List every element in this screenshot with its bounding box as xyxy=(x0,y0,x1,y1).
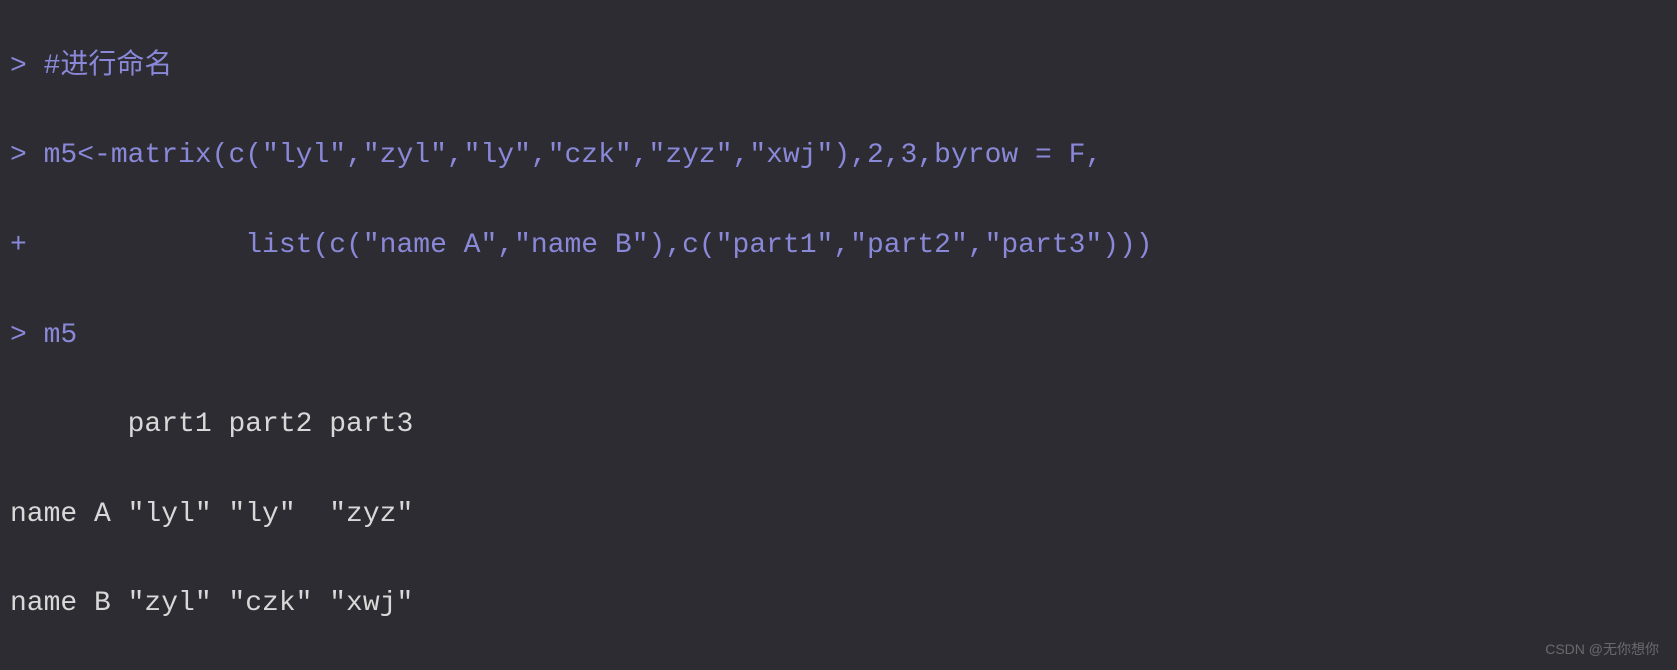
matrix-header: part1 part2 part3 xyxy=(10,409,413,440)
code-text: list(c("name A","name B"),c("part1","par… xyxy=(27,230,1153,261)
code-text: m5<-matrix(c("lyl","zyl","ly","czk","zyz… xyxy=(27,140,1102,171)
output-line: part1 part2 part3 xyxy=(10,403,1667,448)
r-console[interactable]: > #进行命名 > m5<-matrix(c("lyl","zyl","ly",… xyxy=(0,0,1677,670)
prompt: > xyxy=(10,320,27,351)
matrix-row: name B "zyl" "czk" "xwj" xyxy=(10,588,413,619)
console-line: > m5 xyxy=(10,314,1667,359)
console-line: + list(c("name A","name B"),c("part1","p… xyxy=(10,224,1667,269)
output-line: name B "zyl" "czk" "xwj" xyxy=(10,582,1667,627)
console-line: > m5<-matrix(c("lyl","zyl","ly","czk","z… xyxy=(10,134,1667,179)
matrix-row: name A "lyl" "ly" "zyz" xyxy=(10,499,413,530)
prompt: > xyxy=(10,51,27,82)
code-text: #进行命名 xyxy=(27,51,173,82)
console-line: > #进行命名 xyxy=(10,45,1667,90)
prompt: > xyxy=(10,140,27,171)
watermark: CSDN @无你想你 xyxy=(1545,638,1659,660)
code-text: m5 xyxy=(27,320,77,351)
output-line: name A "lyl" "ly" "zyz" xyxy=(10,493,1667,538)
continuation-prompt: + xyxy=(10,230,27,261)
